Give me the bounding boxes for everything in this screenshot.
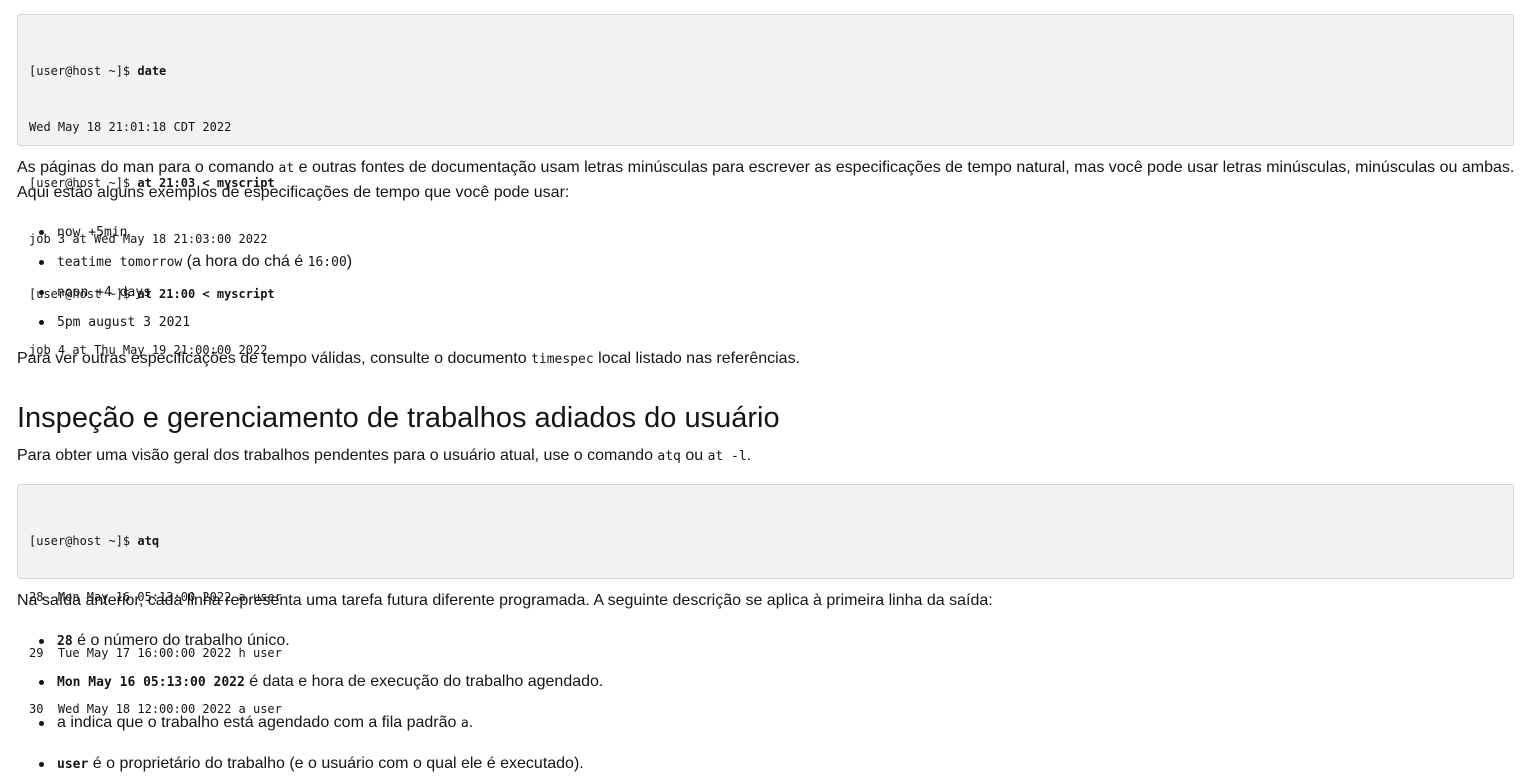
list-item: teatime tomorrow (a hora do chá é 16:00): [17, 250, 352, 275]
code-line: Wed May 18 21:01:18 CDT 2022: [29, 119, 232, 134]
list-item: a indica que o trabalho está agendado co…: [17, 711, 603, 736]
list-item: noon +4 days: [17, 280, 352, 305]
list-item: Mon May 16 05:13:00 2022 é data e hora d…: [17, 670, 603, 695]
paragraph-time-specs-intro: As páginas do man para o comando at e ou…: [17, 159, 1515, 201]
list-item: user é o proprietário do trabalho (e o u…: [17, 752, 603, 777]
paragraph-atq-intro: Para obter uma visão geral dos trabalhos…: [17, 447, 752, 464]
section-heading: Inspeção e gerenciamento de trabalhos ad…: [17, 402, 780, 434]
paragraph-timespec-reference: Para ver outras especificações de tempo …: [17, 350, 801, 367]
code-line: [user@host ~]$ date: [29, 64, 167, 79]
list-item: 28 é o número do trabalho único.: [17, 629, 603, 654]
list-item: 5pm august 3 2021: [17, 310, 352, 335]
paragraph-output-explanation: Na saída anterior, cada linha representa…: [17, 592, 993, 609]
code-block-atq: [user@host ~]$ atq 28 Mon May 16 05:13:0…: [17, 484, 1514, 716]
documentation-page: [user@host ~]$ date Wed May 18 21:01:18 …: [0, 0, 1531, 784]
atq-fields-list: 28 é o número do trabalho único. Mon May…: [17, 629, 603, 777]
inline-code: at: [278, 161, 295, 176]
time-spec-examples-list: now +5min teatime tomorrow (a hora do ch…: [17, 220, 352, 335]
code-block-at-examples: [user@host ~]$ date Wed May 18 21:01:18 …: [17, 14, 1514, 357]
code-line: [user@host ~]$ atq: [29, 534, 160, 549]
list-item: now +5min: [17, 220, 352, 245]
